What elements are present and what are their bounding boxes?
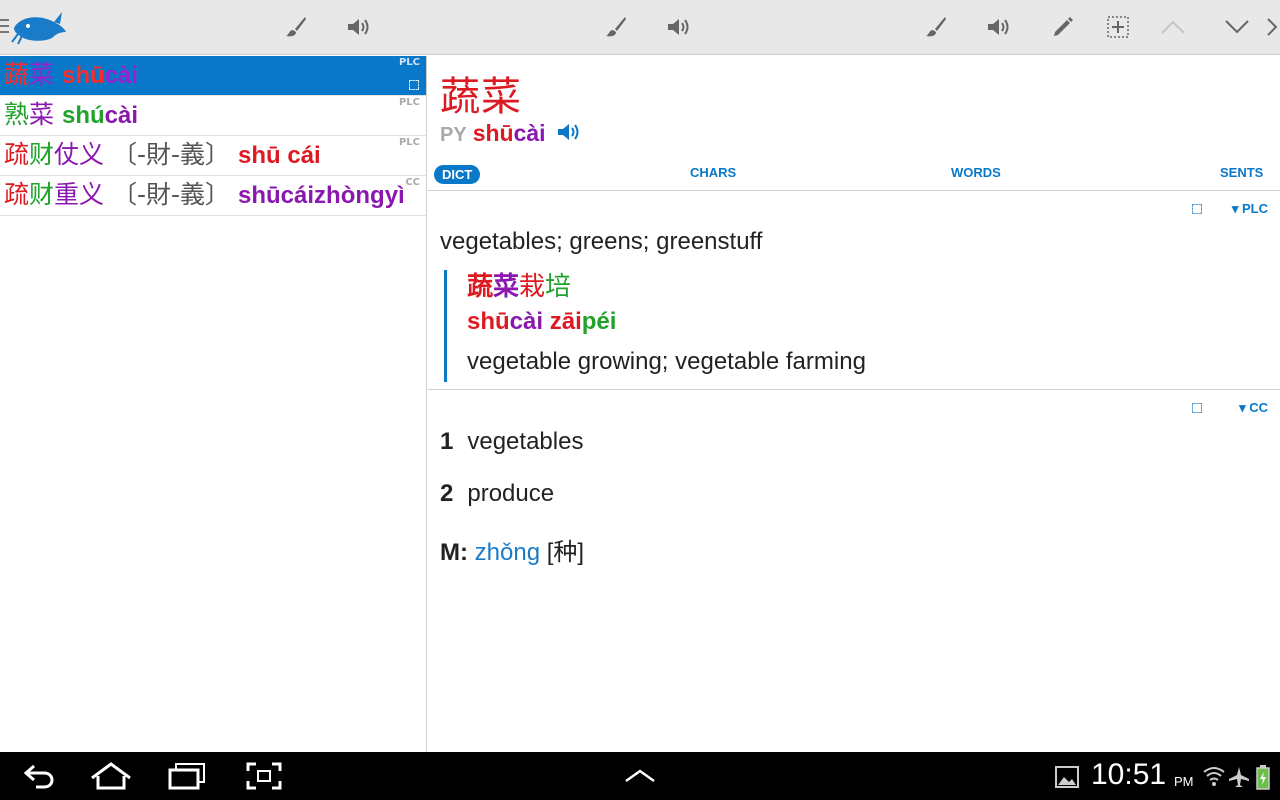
example-block: 蔬菜栽培 shūcài zāipéi vegetable growing; ve…: [444, 270, 944, 382]
toolbar: [0, 0, 1280, 55]
tab-chars[interactable]: CHARS: [690, 165, 736, 180]
recent-apps-icon[interactable]: [168, 762, 206, 794]
airplane-mode-icon: [1228, 766, 1250, 792]
entry-detail: 蔬菜 PY shūcài DICT CHARS WORDS SENTS ▾ PLC…: [428, 56, 1280, 752]
entry-traditional: 〔-財-義〕: [112, 140, 231, 169]
sense-number: 1: [440, 428, 454, 455]
brush-icon[interactable]: [281, 12, 311, 42]
pinyin-line: PY shūcài: [440, 120, 582, 149]
entry-pinyin: shūcáizhòngyì: [238, 182, 405, 209]
example-hanzi-part: 培: [545, 272, 572, 302]
sense-number: 2: [440, 480, 454, 507]
source-toggle-cc[interactable]: ▾ CC: [1239, 400, 1268, 416]
tab-dict[interactable]: DICT: [434, 165, 481, 184]
expand-icon[interactable]: [1192, 204, 1202, 214]
list-item[interactable]: 疏财仗义 〔-財-義〕 shū cái PLC: [0, 136, 426, 176]
entry-pinyin: shū cái: [238, 142, 321, 169]
brush-icon[interactable]: [921, 12, 951, 42]
example-pinyin: shūcài zāipéi: [467, 308, 617, 335]
entry-hanzi: 财: [29, 140, 55, 169]
source-badge: PLC: [398, 97, 420, 108]
expand-icon[interactable]: [1192, 403, 1202, 413]
entry-hanzi: 财: [29, 180, 55, 209]
entry-hanzi: 疏: [4, 180, 30, 209]
example-hanzi-part: 蔬: [467, 272, 494, 302]
brush-icon[interactable]: [601, 12, 631, 42]
expand-icon: [409, 80, 419, 90]
back-icon[interactable]: [22, 762, 56, 794]
speaker-icon[interactable]: [664, 12, 694, 42]
entry-hanzi: 义: [79, 180, 105, 209]
entry-pinyin: cài: [104, 62, 139, 89]
example-hanzi: 蔬菜栽培: [467, 270, 944, 304]
source-badge: CC: [405, 177, 420, 188]
tab-sents[interactable]: SENTS: [1220, 165, 1263, 180]
list-item[interactable]: 蔬菜 shūcài PLC: [0, 56, 426, 96]
sense-text: produce: [467, 480, 555, 507]
app-logo[interactable]: [10, 8, 68, 46]
divider: [428, 190, 1280, 191]
grid-select-icon[interactable]: [1103, 12, 1133, 42]
source-badge: PLC: [398, 137, 420, 148]
example-hanzi-part: 菜: [493, 272, 520, 302]
source-badge: PLC: [398, 57, 420, 68]
definition: vegetables; greens; greenstuff: [440, 228, 763, 255]
speaker-icon[interactable]: [556, 121, 582, 149]
measure-hanzi[interactable]: [种]: [547, 539, 584, 566]
speaker-icon[interactable]: [344, 12, 374, 42]
entry-hanzi: 熟: [4, 100, 30, 129]
list-item[interactable]: 熟菜 shúcài PLC: [0, 96, 426, 136]
sense-1: 1 vegetables: [440, 428, 583, 456]
measure-word: M: zhǒng [种]: [440, 532, 584, 567]
clock-time: 10:51: [1091, 758, 1167, 791]
pinyin-syllable: shū: [472, 120, 514, 146]
entry-hanzi: 仗: [54, 140, 80, 169]
example-english: vegetable growing; vegetable farming: [467, 348, 866, 375]
sense-2: 2 produce: [440, 480, 554, 508]
py-label: PY: [440, 124, 467, 146]
chevron-right-icon[interactable]: [1264, 12, 1280, 42]
divider: [428, 389, 1280, 390]
clock-ampm: PM: [1174, 774, 1194, 789]
home-icon[interactable]: [90, 762, 132, 794]
results-list: 蔬菜 shūcài PLC 熟菜 shúcài PLC 疏财仗义 〔-財-義〕 …: [0, 56, 427, 752]
entry-hanzi: 重: [54, 180, 80, 209]
entry-pinyin: shú: [61, 102, 105, 129]
entry-hanzi: 义: [79, 140, 105, 169]
measure-label: M:: [440, 539, 468, 566]
example-hanzi-part: 栽: [519, 272, 546, 302]
chevron-down-icon[interactable]: [1222, 12, 1252, 42]
pinyin-syllable: cài: [513, 120, 546, 146]
battery-icon: [1256, 764, 1270, 794]
menu-icon[interactable]: [0, 19, 10, 37]
chevron-up-icon[interactable]: [1158, 12, 1188, 42]
speaker-icon[interactable]: [984, 12, 1014, 42]
list-item[interactable]: 疏财重义 〔-財-義〕 shūcáizhòngyì CC: [0, 176, 426, 216]
screenshot-icon[interactable]: [246, 762, 282, 794]
sense-text: vegetables: [467, 428, 584, 455]
tab-words[interactable]: WORDS: [951, 165, 1001, 180]
entry-pinyin: shū: [61, 62, 105, 89]
system-bar: 10:51 PM: [0, 752, 1280, 800]
measure-pinyin[interactable]: zhǒng: [475, 539, 540, 566]
entry-pinyin: cài: [104, 102, 139, 129]
gallery-icon[interactable]: [1055, 766, 1079, 792]
pencil-icon[interactable]: [1048, 12, 1078, 42]
entry-hanzi: 菜: [29, 100, 55, 129]
source-toggle-plc[interactable]: ▾ PLC: [1232, 201, 1268, 217]
tab-bar: DICT CHARS WORDS SENTS: [428, 160, 1280, 190]
entry-hanzi: 菜: [29, 60, 55, 89]
entry-hanzi: 蔬: [4, 60, 30, 89]
entry-hanzi: 疏: [4, 140, 30, 169]
wifi-icon: [1202, 764, 1226, 792]
headword: 蔬菜: [440, 74, 522, 120]
chevron-up-icon[interactable]: [624, 768, 656, 788]
entry-traditional: 〔-財-義〕: [112, 180, 231, 209]
